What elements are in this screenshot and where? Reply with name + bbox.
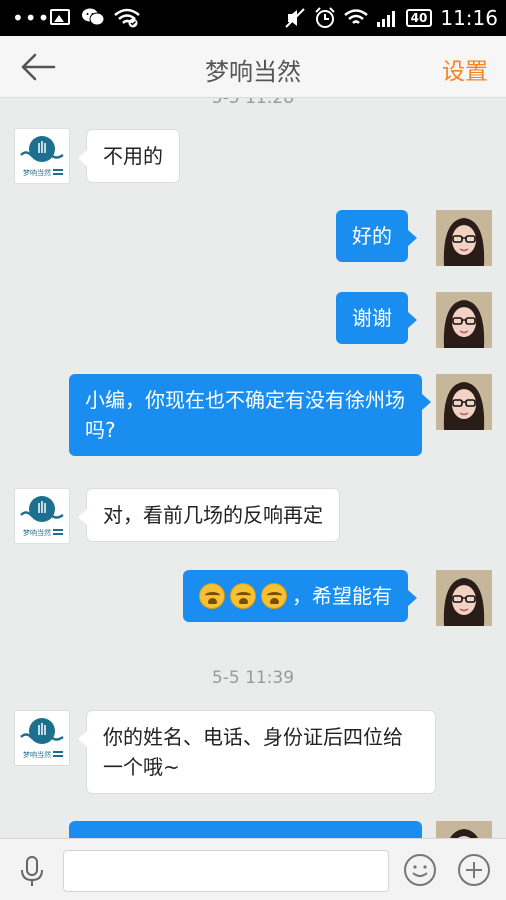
message-bubble[interactable]: 不用的: [78, 129, 180, 183]
message-input[interactable]: [64, 851, 388, 891]
crying-face-icon: [261, 582, 287, 609]
bot-avatar[interactable]: 梦响当然: [14, 488, 70, 544]
message-input-field[interactable]: [63, 850, 389, 892]
status-bar: ••• 40 11:16: [0, 0, 506, 36]
input-bar: [0, 838, 506, 900]
message-bubble[interactable]: 对，看前几场的反响再定: [78, 488, 340, 542]
mengxiang-logo-icon: 梦响当然: [20, 718, 64, 759]
crying-face-icon: [230, 582, 256, 609]
cell-signal-icon: [376, 11, 395, 27]
message-bubble[interactable]: 谢谢: [336, 292, 417, 344]
message-bubble[interactable]: [69, 821, 422, 838]
message-bubble[interactable]: 你的姓名、电话、身份证后四位给一个哦~: [78, 710, 436, 794]
svg-text:梦响当然: 梦响当然: [23, 168, 51, 177]
user-photo-icon: [436, 570, 492, 626]
microphone-icon[interactable]: [14, 853, 50, 889]
user-avatar[interactable]: [436, 210, 492, 266]
gallery-icon: [50, 9, 70, 25]
clock: 11:16: [440, 6, 498, 30]
user-avatar[interactable]: [436, 292, 492, 348]
mengxiang-logo-icon: 梦响当然: [20, 136, 64, 177]
emoji-icon[interactable]: [402, 852, 438, 888]
mengxiang-logo-icon: 梦响当然: [20, 496, 64, 537]
bot-avatar[interactable]: 梦响当然: [14, 128, 70, 184]
chat-area[interactable]: 5-5 11:28 梦响当然 不用的 好的 谢谢 小编，你现在也不确定有没有徐州…: [0, 98, 506, 838]
user-photo-icon: [436, 292, 492, 348]
wifi-icon: [114, 8, 140, 28]
mute-icon: [284, 8, 305, 28]
svg-text:梦响当然: 梦响当然: [23, 750, 51, 759]
user-photo-icon: [436, 374, 492, 430]
svg-text:梦响当然: 梦响当然: [23, 528, 51, 537]
wechat-icon: [82, 8, 104, 26]
wifi-signal-icon: [343, 9, 368, 24]
add-attachment-icon[interactable]: [456, 852, 492, 888]
user-avatar[interactable]: [436, 570, 492, 626]
user-photo-icon: [436, 210, 492, 266]
chat-title: 梦响当然: [205, 58, 301, 86]
title-bar: 梦响当然 设置: [0, 36, 506, 98]
settings-button[interactable]: 设置: [442, 52, 488, 86]
message-text: ，希望能有: [292, 584, 392, 608]
overflow-dots: •••: [12, 6, 51, 30]
alarm-icon: [314, 7, 335, 28]
battery-indicator: 40: [405, 9, 433, 27]
timestamp: 5-5 11:39: [211, 668, 295, 688]
bot-avatar[interactable]: 梦响当然: [14, 710, 70, 766]
message-bubble[interactable]: ，希望能有: [183, 570, 417, 622]
crying-face-icon: [199, 582, 225, 609]
message-bubble[interactable]: 小编，你现在也不确定有没有徐州场吗?: [69, 374, 431, 456]
user-avatar[interactable]: [436, 821, 492, 838]
user-avatar[interactable]: [436, 374, 492, 430]
user-photo-icon: [436, 821, 492, 838]
timestamp: 5-5 11:28: [211, 98, 295, 108]
message-bubble[interactable]: 好的: [336, 210, 417, 262]
